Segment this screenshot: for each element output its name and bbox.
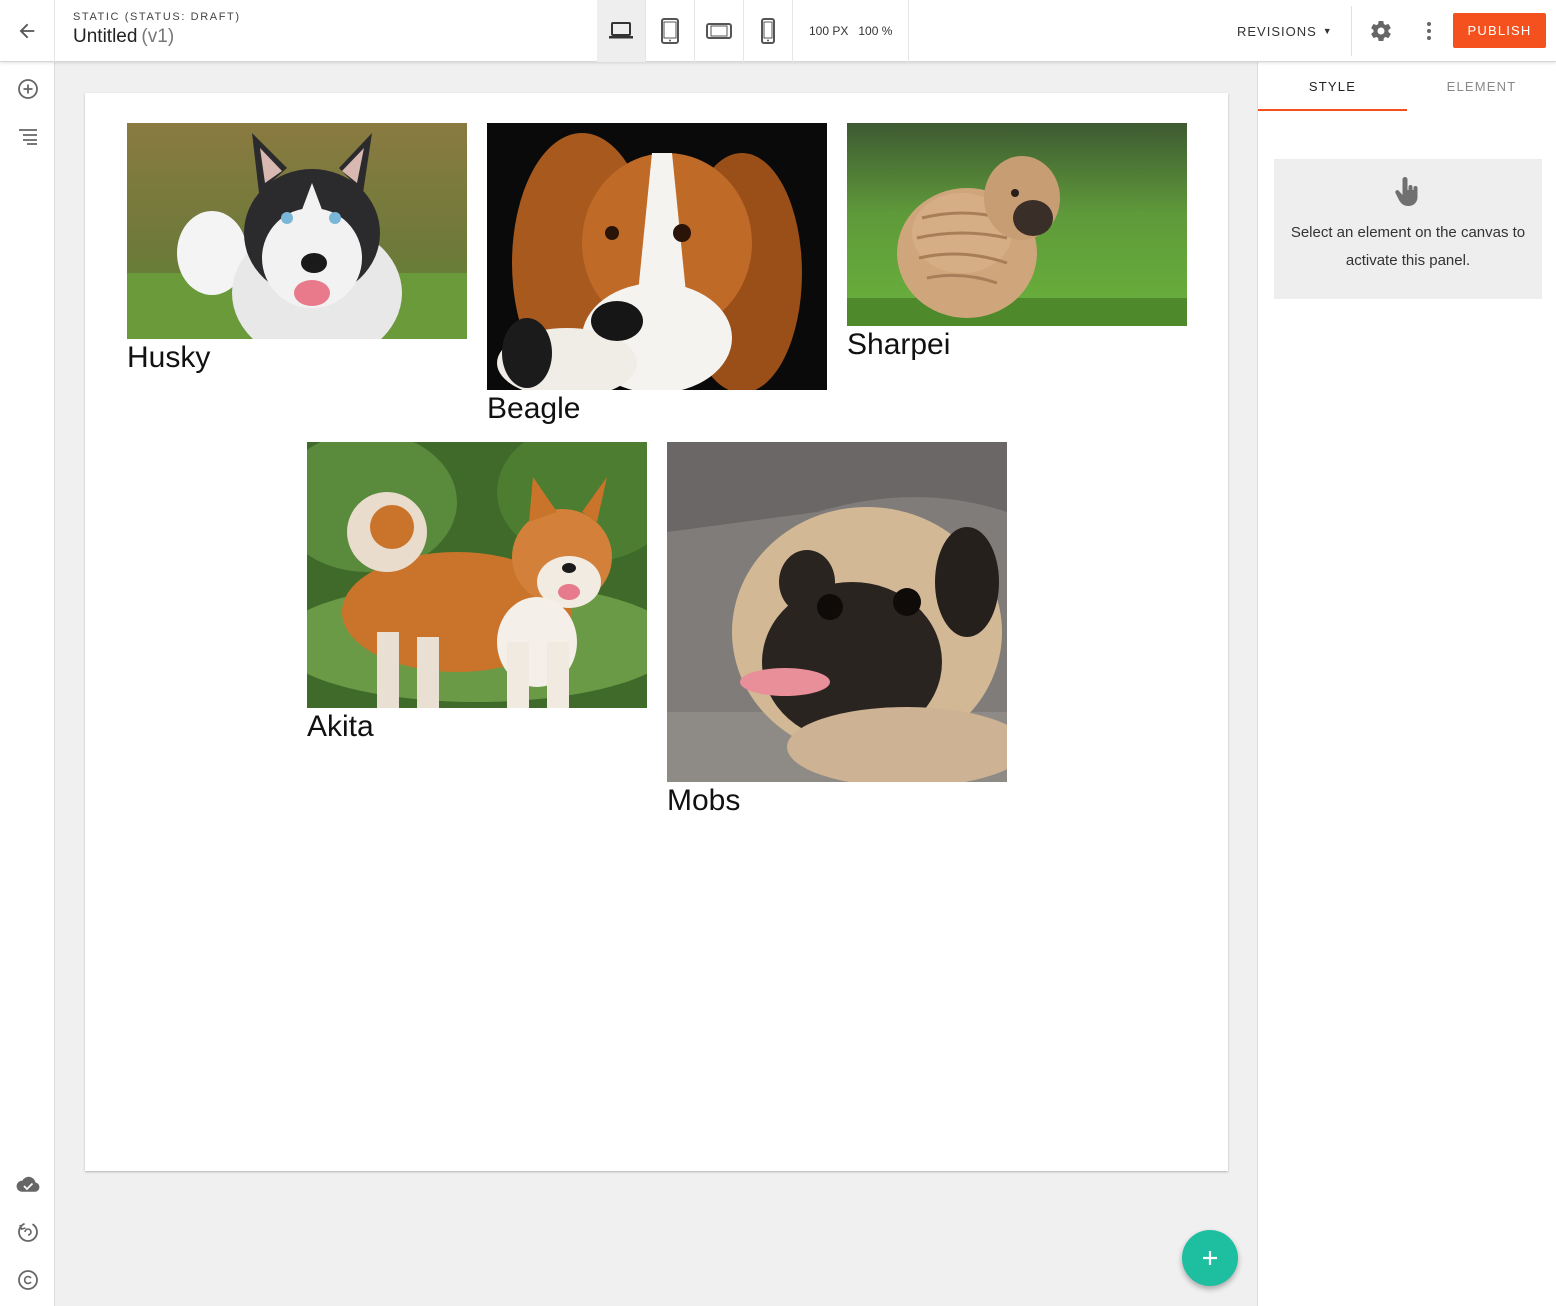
mobs-image[interactable]: [667, 442, 1007, 782]
touch-icon: [1274, 175, 1542, 209]
add-element-button[interactable]: [9, 70, 46, 107]
more-options-button[interactable]: [1414, 14, 1444, 48]
zoom-readout[interactable]: 100 PX 100 %: [793, 0, 910, 62]
card-caption[interactable]: Mobs: [667, 784, 1007, 818]
properties-panel: STYLE ELEMENT Select an element on the c…: [1257, 62, 1556, 1306]
akita-image[interactable]: [307, 442, 647, 708]
undo-icon: [17, 1221, 38, 1242]
sharpei-image[interactable]: [847, 123, 1187, 326]
revisions-label: REVISIONS: [1237, 23, 1317, 39]
gear-icon: [1371, 20, 1391, 42]
card-akita[interactable]: Akita: [307, 442, 647, 744]
tab-element[interactable]: ELEMENT: [1407, 62, 1556, 111]
document-status: STATIC (STATUS: DRAFT): [73, 11, 241, 23]
empty-selection-hint: Select an element on the canvas to activ…: [1274, 159, 1542, 299]
caret-down-icon: ▼: [1322, 26, 1333, 36]
top-bar: STATIC (STATUS: DRAFT) Untitled (v1) 100 …: [0, 0, 1556, 62]
revisions-dropdown[interactable]: REVISIONS ▼: [1237, 0, 1333, 62]
device-phone-button[interactable]: [744, 0, 793, 62]
laptop-icon: [609, 22, 633, 39]
zoom-px: 100 PX: [809, 24, 849, 38]
hint-text: Select an element on the canvas to activ…: [1290, 224, 1526, 269]
header-divider: [1351, 6, 1352, 56]
tablet-landscape-icon: [706, 23, 732, 39]
zoom-percent: 100 %: [858, 24, 893, 38]
saved-status-button[interactable]: [9, 1165, 46, 1202]
card-mobs[interactable]: Mobs: [667, 442, 1007, 818]
add-fab-button[interactable]: [1182, 1230, 1238, 1286]
phone-icon: [761, 18, 775, 44]
outline-list-icon: [18, 128, 37, 145]
redo-icon: [17, 1269, 38, 1290]
device-tablet-button[interactable]: [646, 0, 695, 62]
panel-tabs: STYLE ELEMENT: [1258, 62, 1556, 111]
page-canvas[interactable]: Husky Beagle Sharpei Akita Mobs: [85, 93, 1228, 1171]
device-tablet-landscape-button[interactable]: [695, 0, 744, 62]
cloud-done-icon: [16, 1176, 39, 1192]
tab-style[interactable]: STYLE: [1258, 62, 1407, 111]
card-caption[interactable]: Akita: [307, 710, 647, 744]
left-toolbar: [0, 62, 55, 1306]
card-caption[interactable]: Sharpei: [847, 328, 1187, 362]
undo-button[interactable]: [9, 1213, 46, 1250]
redo-button[interactable]: [9, 1261, 46, 1298]
card-caption[interactable]: Husky: [127, 341, 467, 375]
device-laptop-button[interactable]: [597, 0, 646, 62]
card-husky[interactable]: Husky: [127, 123, 467, 375]
card-sharpei[interactable]: Sharpei: [847, 123, 1187, 362]
add-circle-icon: [17, 78, 38, 99]
beagle-image[interactable]: [487, 123, 827, 390]
publish-button[interactable]: PUBLISH: [1453, 13, 1546, 48]
settings-button[interactable]: [1364, 14, 1398, 48]
more-vert-icon: [1427, 22, 1431, 40]
card-caption[interactable]: Beagle: [487, 392, 827, 426]
card-beagle[interactable]: Beagle: [487, 123, 827, 426]
device-switcher: 100 PX 100 %: [597, 0, 910, 62]
tablet-icon: [661, 18, 679, 44]
document-title-row: Untitled (v1): [73, 26, 241, 48]
arrow-back-icon: [19, 23, 35, 39]
outline-button[interactable]: [9, 118, 46, 155]
plus-icon: [1203, 1251, 1217, 1265]
document-version: (v1): [141, 26, 175, 47]
back-button[interactable]: [0, 0, 55, 62]
document-info: STATIC (STATUS: DRAFT) Untitled (v1): [73, 11, 241, 48]
husky-image[interactable]: [127, 123, 467, 339]
document-title[interactable]: Untitled: [73, 26, 137, 47]
